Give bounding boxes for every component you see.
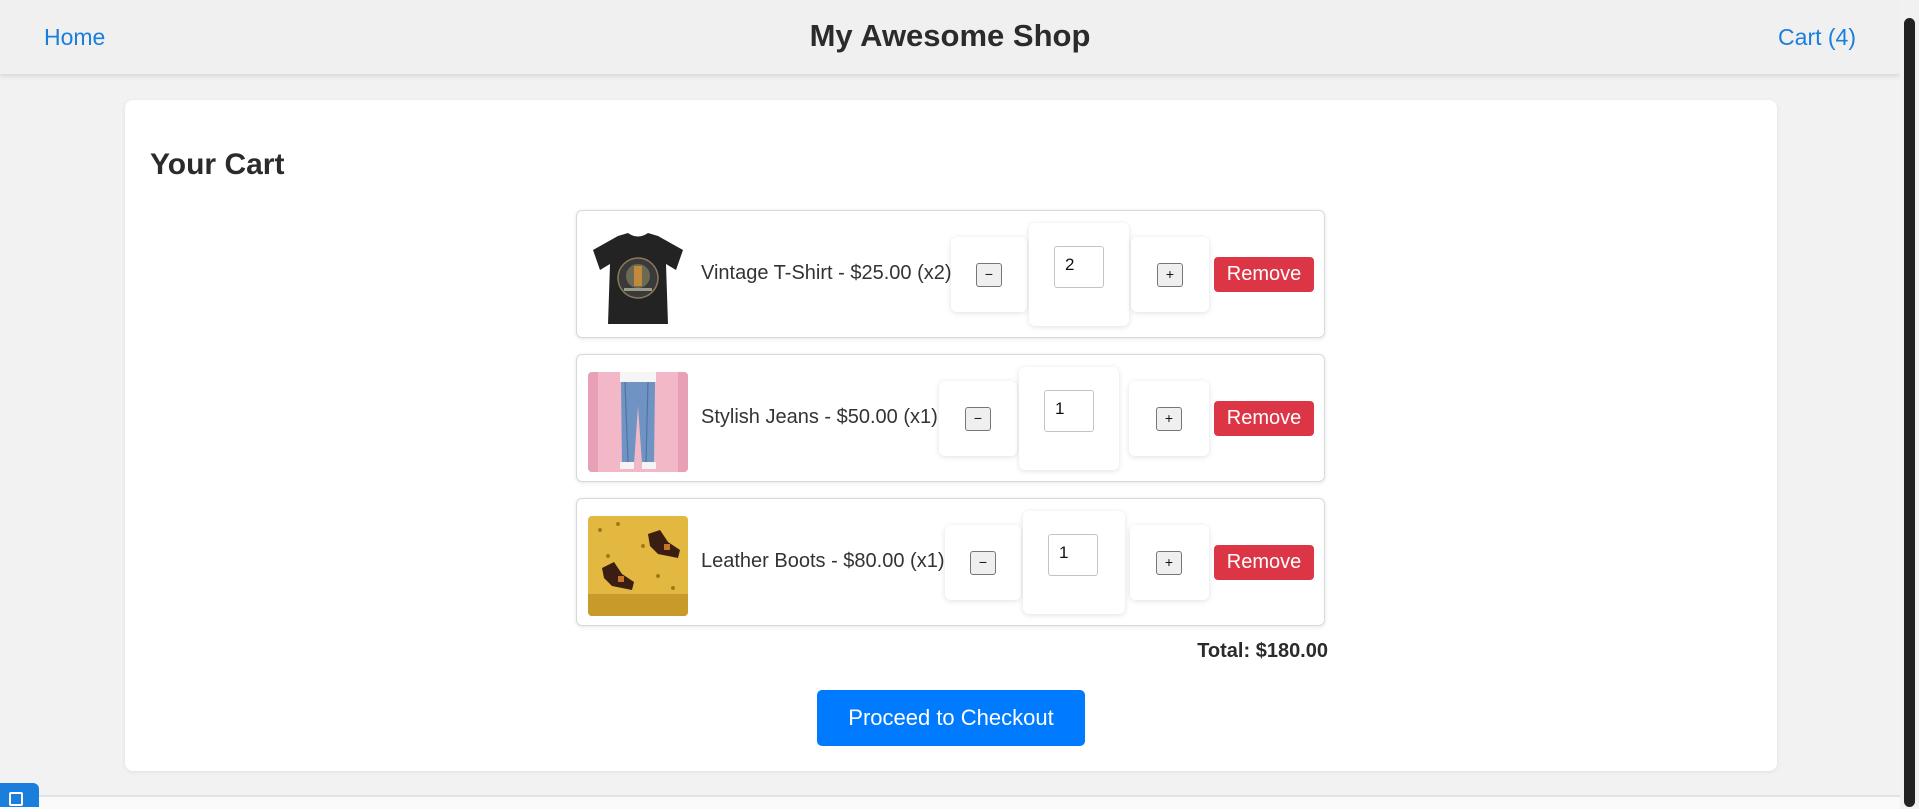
increase-quantity-button[interactable]: + xyxy=(1157,263,1183,287)
quantity-wrapper: 1 xyxy=(1019,367,1119,470)
decrease-quantity-button[interactable]: − xyxy=(965,407,991,431)
cart-item: Stylish Jeans - $50.00 (x1) − 1 + Remove xyxy=(576,354,1325,482)
cart-link[interactable]: Cart (4) xyxy=(1778,24,1856,51)
shop-title: My Awesome Shop xyxy=(809,18,1091,53)
increase-wrapper: + xyxy=(1131,237,1209,312)
decrease-wrapper: − xyxy=(951,237,1027,312)
decrease-quantity-button[interactable]: − xyxy=(976,263,1002,287)
quantity-input[interactable]: 1 xyxy=(1048,534,1098,576)
remove-button[interactable]: Remove xyxy=(1214,257,1314,292)
boots-image xyxy=(588,516,688,616)
cart-heading: Your Cart xyxy=(150,148,285,181)
remove-button[interactable]: Remove xyxy=(1214,545,1314,580)
increase-wrapper: + xyxy=(1130,525,1209,600)
tshirt-image xyxy=(588,228,688,328)
decrease-wrapper: − xyxy=(945,525,1021,600)
cart-panel: Your Cart Vintage T-Shirt - $25.00 (x2) … xyxy=(125,100,1777,771)
increase-quantity-button[interactable]: + xyxy=(1156,407,1182,431)
decrease-wrapper: − xyxy=(939,381,1017,456)
chat-widget-button[interactable] xyxy=(0,783,39,807)
quantity-input[interactable]: 1 xyxy=(1044,390,1094,432)
decrease-quantity-button[interactable]: − xyxy=(970,551,996,575)
item-label: Vintage T-Shirt - $25.00 (x2) xyxy=(701,262,952,284)
jeans-image xyxy=(588,372,688,472)
quantity-wrapper: 1 xyxy=(1023,511,1125,614)
top-navbar: Home My Awesome Shop Cart (4) xyxy=(0,0,1900,74)
increase-wrapper: + xyxy=(1129,381,1209,456)
scrollbar-thumb[interactable] xyxy=(1904,18,1915,807)
remove-button[interactable]: Remove xyxy=(1214,401,1314,436)
chat-icon xyxy=(9,792,23,806)
increase-quantity-button[interactable]: + xyxy=(1156,551,1182,575)
quantity-wrapper: 2 xyxy=(1029,223,1129,326)
checkout-button[interactable]: Proceed to Checkout xyxy=(817,690,1085,746)
cart-total: Total: $180.00 xyxy=(1197,640,1328,662)
page-scrollbar[interactable] xyxy=(1900,0,1919,807)
cart-item: Leather Boots - $80.00 (x1) − 1 + Remove xyxy=(576,498,1325,626)
cart-item: Vintage T-Shirt - $25.00 (x2) − 2 + Remo… xyxy=(576,210,1325,338)
item-label: Stylish Jeans - $50.00 (x1) xyxy=(701,406,938,428)
quantity-input[interactable]: 2 xyxy=(1054,246,1104,288)
item-label: Leather Boots - $80.00 (x1) xyxy=(701,550,945,572)
